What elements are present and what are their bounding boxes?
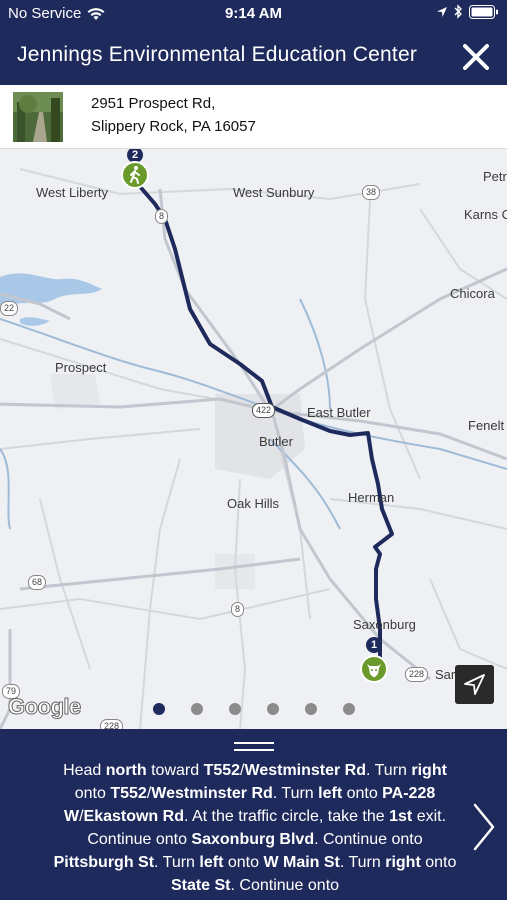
direction-text-segment: . Turn [272, 785, 319, 802]
direction-keyword: 1st [389, 808, 413, 825]
direction-text-segment: Head [63, 762, 106, 779]
status-bar: No Service 9:14 AM [0, 0, 507, 28]
marker-number-badge: 1 [366, 637, 382, 653]
address-bar[interactable]: 2951 Prospect Rd, Slippery Rock, PA 1605… [0, 85, 507, 149]
page-indicator [0, 703, 507, 717]
locate-me-icon[interactable] [455, 665, 494, 704]
direction-keyword: Westminster Rd [151, 785, 273, 802]
place-label: Prospect [55, 360, 107, 375]
place-label: Karns C [464, 207, 507, 222]
location-thumbnail [13, 92, 63, 142]
place-label: West Sunbury [233, 185, 315, 200]
page-dot[interactable] [191, 703, 203, 715]
direction-keyword: right [385, 854, 421, 871]
page-dot[interactable] [343, 703, 355, 715]
route-shield: 8 [231, 602, 245, 617]
direction-text-segment: . Continue onto [230, 877, 340, 894]
direction-text-segment: onto [420, 854, 457, 871]
place-label: West Liberty [36, 185, 109, 200]
route-shield: 22 [0, 301, 19, 316]
drag-handle[interactable] [234, 742, 274, 751]
direction-keyword: Pittsburgh St [53, 854, 155, 871]
place-label: East Butler [307, 405, 371, 420]
direction-keyword: State St [170, 877, 231, 894]
direction-keyword: Westminster Rd [244, 762, 367, 779]
route-shield: 68 [28, 575, 47, 590]
location-arrow-icon [437, 6, 447, 17]
map-base [0, 168, 507, 729]
address-line-2: Slippery Rock, PA 16057 [91, 118, 256, 135]
direction-keyword: W Main St [263, 854, 340, 871]
hiker-icon [121, 161, 149, 189]
direction-keyword: T552 [203, 762, 241, 779]
page-title: Jennings Environmental Education Center [17, 43, 418, 66]
direction-keyword: left [199, 854, 224, 871]
directions-text: Head north toward T552/Westminster Rd. T… [50, 759, 460, 897]
direction-text-segment: . Turn [366, 762, 412, 779]
route-shield: 228 [100, 719, 124, 729]
place-label: Chicora [450, 286, 495, 301]
bluetooth-icon [454, 4, 462, 19]
direction-keyword: right [411, 762, 447, 779]
place-label: Oak Hills [227, 496, 280, 511]
route-map[interactable]: Petr West Liberty West Sunbury Karns C C… [0, 149, 507, 729]
direction-text-segment: . Turn [154, 854, 200, 871]
direction-keyword: left [318, 785, 343, 802]
direction-text-segment: . Continue onto [314, 831, 423, 848]
cow-icon [360, 655, 388, 683]
route-shield: 228 [405, 667, 429, 682]
direction-text-segment: . Turn [339, 854, 386, 871]
chevron-right-icon[interactable] [470, 801, 498, 853]
place-label: Fenelt [468, 418, 505, 433]
directions-panel: Head north toward T552/Westminster Rd. T… [0, 729, 507, 900]
page-dot[interactable] [153, 703, 165, 715]
direction-text-segment: onto [74, 785, 111, 802]
address-line-1: 2951 Prospect Rd, [91, 95, 216, 112]
direction-keyword: Ekastown Rd [83, 808, 184, 825]
direction-keyword: north [105, 762, 147, 779]
place-label: Petr [483, 169, 507, 184]
place-label: Saxonburg [353, 617, 416, 632]
close-icon[interactable] [459, 40, 493, 74]
place-label: Sar [435, 667, 456, 682]
direction-keyword: T552 [110, 785, 147, 802]
page-dot[interactable] [229, 703, 241, 715]
direction-text-segment: onto [223, 854, 264, 871]
battery-icon [469, 4, 498, 19]
route-marker-2[interactable]: 2 [120, 149, 150, 191]
direction-text-segment: toward [146, 762, 204, 779]
page-dot[interactable] [267, 703, 279, 715]
page-dot[interactable] [305, 703, 317, 715]
route-shield: 8 [155, 209, 169, 224]
place-label: Herman [348, 490, 395, 505]
direction-text-segment: . At the traffic circle, take the [183, 808, 390, 825]
app-header: Jennings Environmental Education Center [0, 28, 507, 85]
route-shield: 422 [252, 403, 276, 418]
direction-text-segment: onto [342, 785, 383, 802]
route-marker-1[interactable]: 1 [359, 637, 389, 685]
direction-keyword: Saxonburg Blvd [191, 831, 315, 848]
place-label: Butler [259, 434, 293, 449]
route-shield: 38 [362, 185, 381, 200]
clock: 9:14 AM [225, 5, 282, 22]
